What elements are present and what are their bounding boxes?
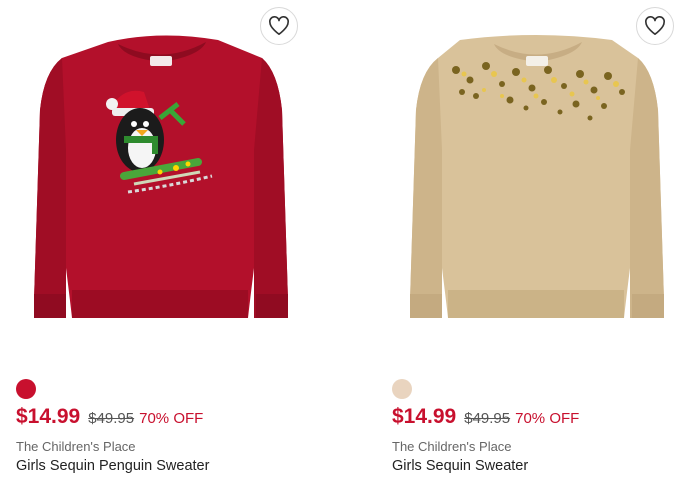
product-title[interactable]: Girls Sequin Sweater xyxy=(392,458,528,474)
heart-icon xyxy=(645,16,665,35)
color-swatch[interactable] xyxy=(16,379,36,399)
favorite-button[interactable] xyxy=(260,7,298,45)
brand-name: The Children's Place xyxy=(16,439,136,454)
discount-label: 70% OFF xyxy=(139,410,204,427)
color-swatch[interactable] xyxy=(392,379,412,399)
original-price: $49.95 xyxy=(88,410,135,427)
sequin-sweater-image xyxy=(410,35,664,318)
brand-name: The Children's Place xyxy=(392,439,512,454)
sale-price: $14.99 xyxy=(392,405,457,428)
product-grid: $14.99 $49.95 70% OFF The Children's Pla… xyxy=(0,0,695,477)
heart-icon xyxy=(269,16,289,35)
price-row: $14.99 $49.95 70% OFF xyxy=(392,405,579,429)
product-image[interactable] xyxy=(0,0,330,340)
original-price: $49.95 xyxy=(464,410,511,427)
product-card[interactable]: $14.99 $49.95 70% OFF The Children's Pla… xyxy=(0,0,330,477)
sale-price: $14.99 xyxy=(16,405,81,428)
penguin-sweater-image xyxy=(34,35,288,319)
favorite-button[interactable] xyxy=(636,7,674,45)
product-card[interactable]: $14.99 $49.95 70% OFF The Children's Pla… xyxy=(376,0,695,477)
product-title[interactable]: Girls Sequin Penguin Sweater xyxy=(16,458,209,474)
price-row: $14.99 $49.95 70% OFF xyxy=(16,405,203,429)
product-image[interactable] xyxy=(376,0,695,340)
discount-label: 70% OFF xyxy=(515,410,580,427)
